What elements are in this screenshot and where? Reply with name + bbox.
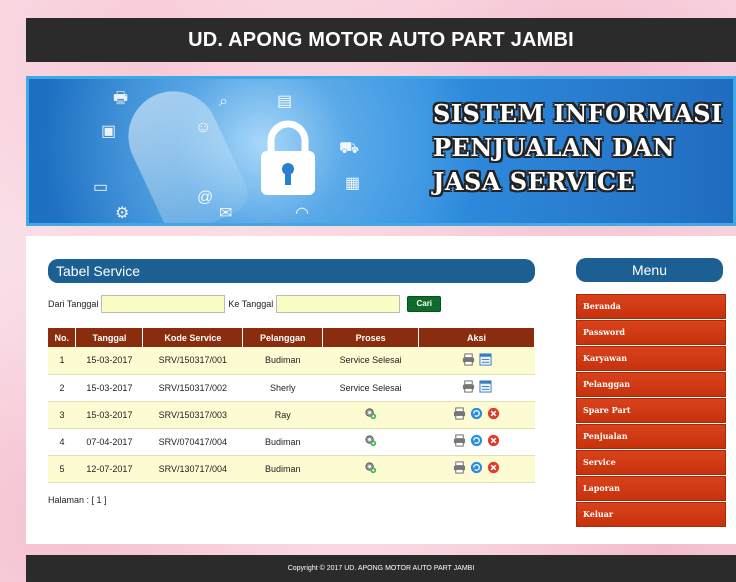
cell-pelanggan: Ray: [242, 401, 323, 429]
column-header-aksi: Aksi: [418, 328, 535, 347]
sidebar-item-karyawan[interactable]: Karyawan: [576, 346, 726, 371]
cell-kode-service: SRV/150317/002: [142, 374, 243, 402]
cell-proses: [322, 401, 419, 429]
cell-tanggal: 15-03-2017: [75, 374, 143, 402]
cell-kode-service: SRV/150317/003: [142, 401, 243, 429]
sidebar-item-spare-part[interactable]: Spare Part: [576, 398, 726, 423]
padlock-icon: [261, 120, 315, 195]
refresh-icon[interactable]: [470, 407, 483, 420]
at-icon: @: [197, 189, 214, 206]
search-button[interactable]: Cari: [407, 296, 442, 312]
delete-icon[interactable]: [487, 434, 500, 447]
table-row: 1 15-03-2017 SRV/150317/001 Budiman Serv…: [48, 347, 535, 375]
table-row: 5 12-07-2017 SRV/130717/004 Budiman: [48, 455, 535, 483]
detail-icon[interactable]: [479, 353, 492, 366]
print-icon[interactable]: [453, 461, 466, 474]
cell-aksi: [418, 401, 535, 429]
cell-kode-service: SRV/130717/004: [142, 455, 243, 483]
column-header-no: No.: [48, 328, 77, 347]
cell-aksi: [418, 347, 535, 375]
detail-icon[interactable]: [479, 380, 492, 393]
service-table: No. Tanggal Kode Service Pelanggan Prose…: [48, 328, 535, 483]
sidebar-item-laporan[interactable]: Laporan: [576, 476, 726, 501]
print-icon[interactable]: [462, 353, 475, 366]
main-content: Tabel Service Dari Tanggal Ke Tanggal Ca…: [26, 236, 736, 544]
cell-aksi: [418, 374, 535, 402]
cell-tanggal: 15-03-2017: [75, 347, 143, 375]
people-icon: ☺: [195, 119, 212, 136]
table-row: 3 15-03-2017 SRV/150317/003 Ray: [48, 401, 535, 429]
print-icon[interactable]: [453, 407, 466, 420]
menu-title: Menu: [576, 258, 723, 282]
pagination: Halaman : [ 1 ]: [48, 495, 107, 505]
cell-no: 3: [48, 401, 76, 429]
table-row: 4 07-04-2017 SRV/070417/004 Budiman: [48, 428, 535, 456]
cell-tanggal: 15-03-2017: [75, 401, 143, 429]
monitor-icon: ▭: [93, 179, 109, 196]
cell-proses: Service Selesai: [322, 374, 419, 402]
sidebar-item-penjualan[interactable]: Penjualan: [576, 424, 726, 449]
print-icon[interactable]: [462, 380, 475, 393]
from-date-label: Dari Tanggal: [48, 299, 99, 309]
calendar-icon: ▦: [345, 175, 361, 192]
table-row: 2 15-03-2017 SRV/150317/002 Sherly Servi…: [48, 374, 535, 402]
delete-icon[interactable]: [487, 461, 500, 474]
banner-hand-graphic: [113, 79, 255, 223]
refresh-icon[interactable]: [470, 434, 483, 447]
cell-proses: Service Selesai: [322, 347, 419, 375]
cell-proses: [322, 455, 419, 483]
from-date-input[interactable]: [101, 295, 226, 313]
printer-icon: 🖶: [113, 90, 129, 107]
wifi-icon: ◠: [295, 205, 309, 222]
cell-pelanggan: Budiman: [242, 347, 323, 375]
cell-aksi: [418, 455, 535, 483]
site-footer: Copyright © 2017 UD. APONG MOTOR AUTO PA…: [26, 555, 736, 582]
sidebar-item-password[interactable]: Password: [576, 320, 726, 345]
sidebar-menu: Beranda Password Karyawan Pelanggan Spar…: [576, 294, 726, 528]
cell-tanggal: 07-04-2017: [75, 428, 143, 456]
sidebar-item-keluar[interactable]: Keluar: [576, 502, 726, 527]
cell-pelanggan: Budiman: [242, 428, 323, 456]
column-header-kode-service: Kode Service: [142, 328, 244, 347]
print-icon[interactable]: [453, 434, 466, 447]
sidebar-item-beranda[interactable]: Beranda: [576, 294, 726, 319]
banner-title: SISTEM INFORMASI PENJUALAN DAN JASA SERV…: [433, 99, 723, 196]
column-header-proses: Proses: [322, 328, 420, 347]
column-header-pelanggan: Pelanggan: [242, 328, 324, 347]
to-date-input[interactable]: [276, 295, 401, 313]
date-filter: Dari Tanggal Ke Tanggal Cari: [48, 294, 442, 314]
copyright-text: Copyright © 2017 UD. APONG MOTOR AUTO PA…: [287, 565, 475, 572]
cell-pelanggan: Sherly: [242, 374, 323, 402]
cell-kode-service: SRV/070417/004: [142, 428, 243, 456]
delete-icon[interactable]: [487, 407, 500, 420]
cart-icon: ⛟: [339, 140, 360, 157]
search-icon: ⌕: [219, 93, 228, 110]
process-gear-icon[interactable]: [364, 434, 377, 447]
banner: 🖶 ▣ ▭ ⌕ ▤ ☺ @ ✉ ⛟ ▦ ◠ ⚙ SISTEM INFORMASI…: [26, 76, 736, 226]
to-date-label: Ke Tanggal: [228, 299, 274, 309]
image-icon: ▣: [101, 123, 117, 140]
mail-icon: ✉: [219, 205, 233, 222]
cell-no: 1: [48, 347, 76, 375]
process-gear-icon[interactable]: [364, 461, 377, 474]
cell-proses: [322, 428, 419, 456]
process-gear-icon[interactable]: [364, 407, 377, 420]
site-title: UD. APONG MOTOR AUTO PART JAMBI: [188, 29, 574, 51]
cell-kode-service: SRV/150317/001: [142, 347, 243, 375]
site-header: UD. APONG MOTOR AUTO PART JAMBI: [26, 18, 736, 62]
sidebar-item-pelanggan[interactable]: Pelanggan: [576, 372, 726, 397]
gear-icon: ⚙: [115, 205, 130, 222]
cell-aksi: [418, 428, 535, 456]
sidebar-item-service[interactable]: Service: [576, 450, 726, 475]
cell-no: 5: [48, 455, 76, 483]
column-header-tanggal: Tanggal: [75, 328, 144, 347]
cell-no: 4: [48, 428, 76, 456]
cell-pelanggan: Budiman: [242, 455, 323, 483]
chart-icon: ▤: [277, 93, 293, 110]
cell-no: 2: [48, 374, 76, 402]
cell-tanggal: 12-07-2017: [75, 455, 143, 483]
refresh-icon[interactable]: [470, 461, 483, 474]
panel-title: Tabel Service: [48, 259, 535, 283]
